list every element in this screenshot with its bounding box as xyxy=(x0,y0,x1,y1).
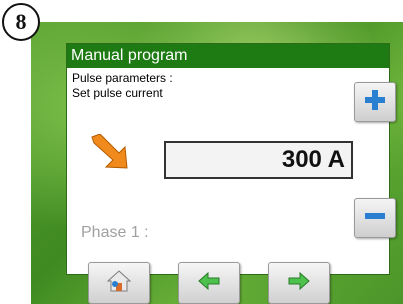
back-button[interactable] xyxy=(178,262,240,304)
decrease-button[interactable] xyxy=(354,198,396,238)
home-button[interactable] xyxy=(88,262,150,304)
next-button[interactable] xyxy=(268,262,330,304)
minus-icon xyxy=(364,205,386,232)
step-number: 8 xyxy=(15,9,27,34)
plus-icon xyxy=(364,89,386,116)
current-value-display: 300 A xyxy=(164,141,353,179)
arrow-right-icon xyxy=(287,271,311,295)
phase-label: Phase 1 : xyxy=(81,224,149,241)
increase-button[interactable] xyxy=(354,82,396,122)
home-icon xyxy=(106,269,132,298)
screen-title: Manual program xyxy=(67,44,389,68)
step-number-badge: 8 xyxy=(2,3,40,41)
diagonal-arrow-icon xyxy=(89,133,137,177)
parameter-instruction: Set pulse current xyxy=(72,86,163,100)
parameter-heading: Pulse parameters : xyxy=(72,71,173,85)
device-panel: Manual program Pulse parameters : Set pu… xyxy=(31,22,403,304)
arrow-left-icon xyxy=(197,271,221,295)
